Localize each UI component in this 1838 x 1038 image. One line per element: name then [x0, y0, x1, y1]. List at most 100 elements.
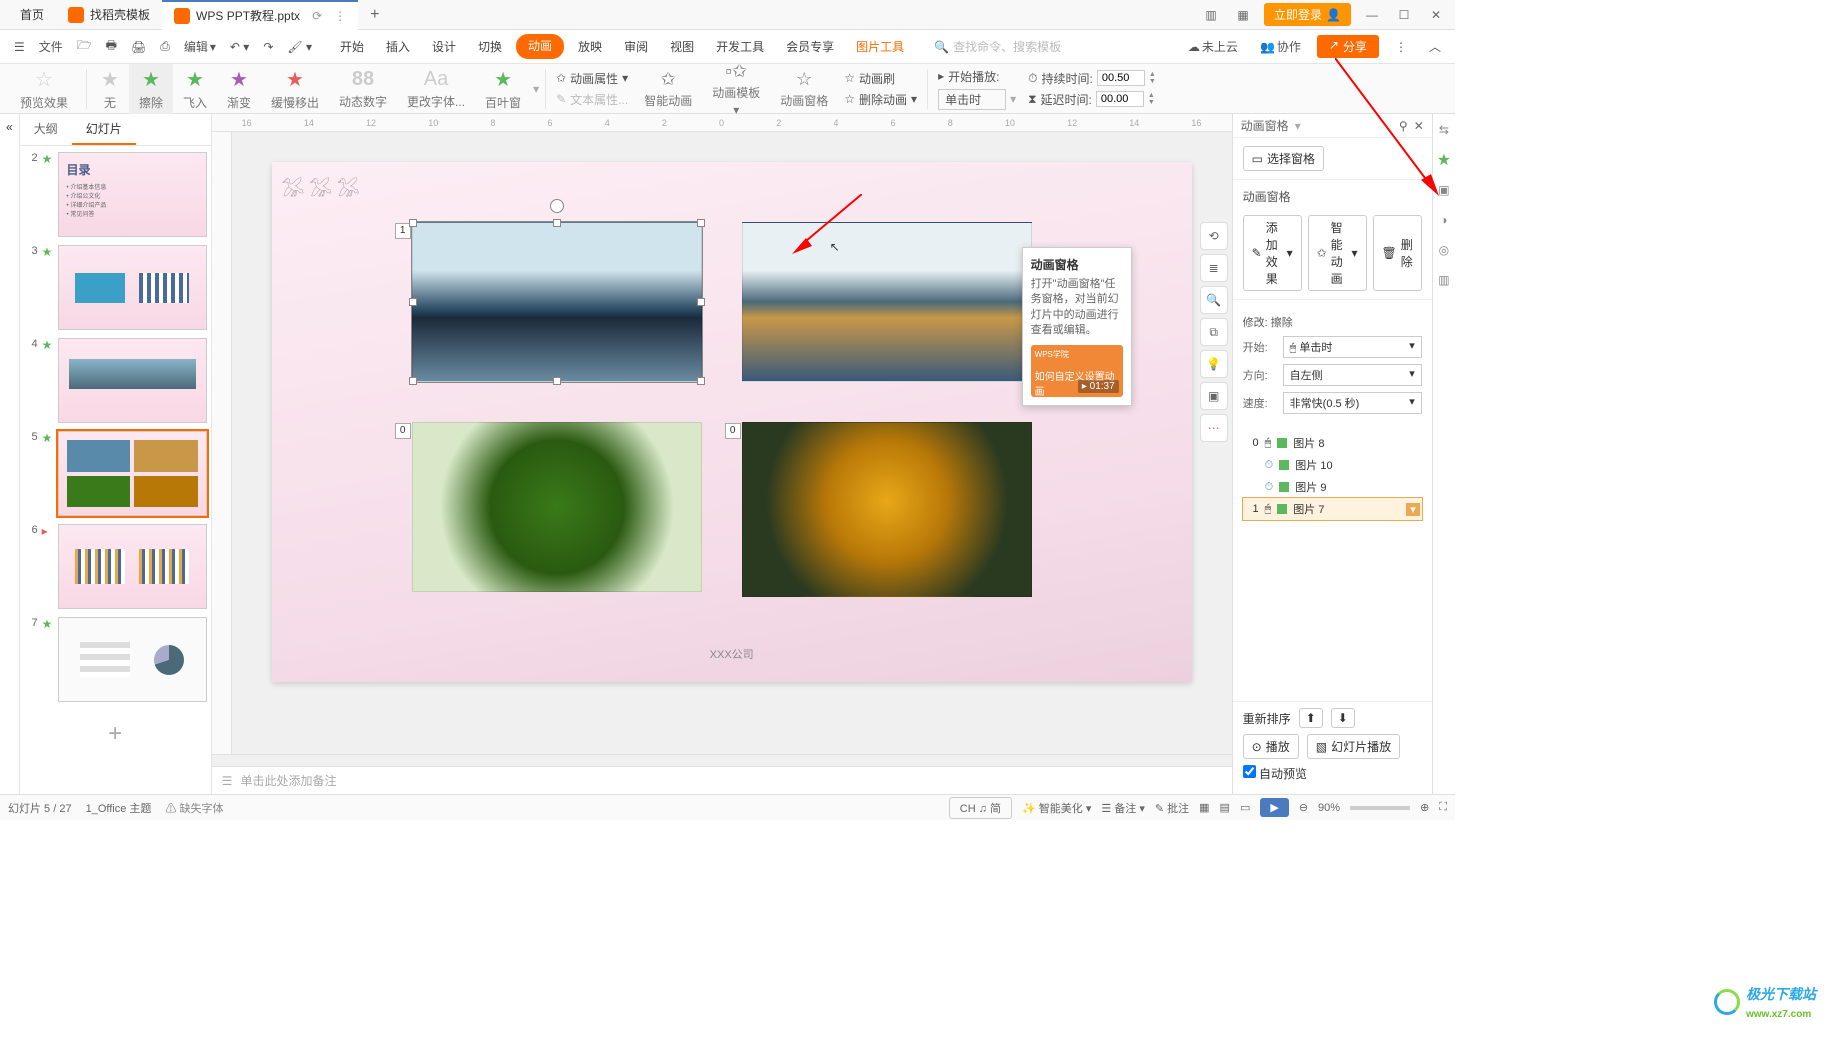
maximize-icon[interactable]: ☐: [1393, 8, 1415, 22]
speed-select[interactable]: 非常快(0.5 秒)▾: [1283, 392, 1422, 414]
float-replace-icon[interactable]: ⟲: [1200, 222, 1228, 250]
tab-document[interactable]: WPS PPT教程.pptx⟳⋮: [162, 0, 358, 30]
resize-handle-ne[interactable]: [697, 219, 705, 227]
view-normal-icon[interactable]: ▦: [1199, 801, 1209, 814]
thumb-7[interactable]: [58, 617, 207, 702]
missing-font-warning[interactable]: ⚠ 缺失字体: [165, 800, 223, 816]
anim-pane-button[interactable]: ☆动画窗格: [770, 64, 838, 114]
animation-list[interactable]: 0🖱图片 8 ⏱图片 10 ⏱图片 9 1🖱图片 7▾: [1233, 428, 1432, 701]
thumb-5[interactable]: [58, 431, 207, 516]
preset-wipe[interactable]: ★擦除: [129, 64, 173, 114]
direction-select[interactable]: 自左侧▾: [1283, 364, 1422, 386]
select-pane-button[interactable]: ▭选择窗格: [1243, 146, 1324, 171]
anim-order-badge-0b[interactable]: 0: [725, 423, 741, 439]
duration-input[interactable]: [1097, 70, 1145, 86]
tab-member[interactable]: 会员专享: [778, 34, 842, 59]
layout-icon[interactable]: ▥: [1200, 8, 1222, 22]
view-reading-icon[interactable]: ▭: [1240, 801, 1250, 814]
resize-handle-sw[interactable]: [409, 377, 417, 385]
tab-slideshow[interactable]: 放映: [570, 34, 610, 59]
preset-font[interactable]: Aa更改字体...: [397, 64, 475, 114]
anim-order-badge-0a[interactable]: 0: [395, 423, 411, 439]
tab-review[interactable]: 审阅: [616, 34, 656, 59]
zoom-out-icon[interactable]: ⊖: [1299, 801, 1308, 814]
preset-fade[interactable]: ★渐变: [217, 64, 261, 114]
tab-picture-tools[interactable]: 图片工具: [848, 34, 912, 59]
tab-home[interactable]: 首页: [8, 0, 56, 30]
slideshow-button[interactable]: ▶: [1260, 798, 1288, 817]
rotate-handle[interactable]: [550, 199, 564, 213]
ri-security-icon[interactable]: ◎: [1434, 240, 1454, 260]
anim-properties-button[interactable]: ✩动画属性 ▾: [556, 70, 628, 87]
ri-theme-icon[interactable]: ◑: [1434, 210, 1454, 230]
tab-view[interactable]: 视图: [662, 34, 702, 59]
ri-book-icon[interactable]: ▥: [1434, 270, 1454, 290]
tab-close-icon[interactable]: ⋮: [334, 9, 346, 23]
tab-search-template[interactable]: 找稻壳模板: [56, 0, 162, 30]
delay-input[interactable]: [1096, 91, 1144, 107]
anim-item-3[interactable]: 1🖱图片 7▾: [1243, 498, 1422, 520]
notes-button[interactable]: ☰ 备注 ▾: [1101, 800, 1145, 816]
add-slide-button[interactable]: +: [24, 710, 207, 758]
tooltip-video[interactable]: WPS学院 如何自定义设置动画 ▸ 01:37: [1031, 345, 1123, 397]
smart-anim-button[interactable]: ✩智能动画: [634, 64, 702, 114]
preset-blinds[interactable]: ★百叶窗: [475, 64, 531, 114]
undo-icon[interactable]: ↶ ▾: [224, 37, 255, 57]
hamburger-icon[interactable]: ☰: [8, 37, 31, 57]
slide-canvas[interactable]: 𓅮 𓅮 𓅮 1 0 0: [272, 162, 1192, 682]
tab-add[interactable]: +: [358, 0, 382, 30]
resize-handle-se[interactable]: [697, 377, 705, 385]
view-sorter-icon[interactable]: ▤: [1220, 801, 1230, 814]
play-button[interactable]: ⊙播放: [1243, 734, 1299, 759]
cloud-status[interactable]: ☁未上云: [1182, 35, 1244, 58]
delete-anim-button[interactable]: ☆删除动画 ▾: [844, 91, 917, 108]
anim-item-1[interactable]: ⏱图片 10: [1243, 454, 1422, 476]
notes-bar[interactable]: ☰单击此处添加备注: [212, 766, 1232, 794]
preview-effect-button[interactable]: ☆预览效果: [6, 64, 82, 114]
thumb-6[interactable]: [58, 524, 207, 609]
qat-save-icon[interactable]: 🖶: [100, 33, 123, 60]
thumb-2[interactable]: 目录• 介绍基本信息• 介绍公文化• 详细介绍产品• 常见问答: [58, 152, 207, 237]
ime-indicator[interactable]: CH ♫ 简: [949, 797, 1012, 819]
float-ai-icon[interactable]: ▣: [1200, 382, 1228, 410]
preset-number[interactable]: 88动态数字: [329, 64, 397, 114]
anim-item-0[interactable]: 0🖱图片 8: [1243, 432, 1422, 454]
qat-print-icon[interactable]: 🖨: [125, 37, 152, 57]
thumb-3[interactable]: [58, 245, 207, 330]
tab-refresh-icon[interactable]: ⟳: [312, 9, 322, 23]
redo-icon[interactable]: ↷: [257, 37, 279, 57]
preset-more[interactable]: ▾: [531, 64, 541, 114]
preset-slowout[interactable]: ★缓慢移出: [261, 64, 329, 114]
zoom-slider[interactable]: [1350, 806, 1410, 810]
anim-item-2[interactable]: ⏱图片 9: [1243, 476, 1422, 498]
add-effect-button[interactable]: ✎添加效果 ▾: [1243, 215, 1302, 291]
tab-animation[interactable]: 动画: [516, 34, 564, 59]
start-select[interactable]: 🖱 单击时▾: [1283, 336, 1422, 358]
beautify-button[interactable]: ✨ 智能美化 ▾: [1022, 800, 1091, 816]
minimize-icon[interactable]: —: [1361, 8, 1383, 22]
close-icon[interactable]: ✕: [1425, 8, 1447, 22]
qat-open-icon[interactable]: 🗁: [71, 33, 98, 60]
collapse-ribbon-icon[interactable]: ︿: [1423, 35, 1447, 58]
collab-button[interactable]: 👥协作: [1254, 35, 1307, 58]
more-icon[interactable]: ⋮: [1389, 37, 1413, 57]
picture-9[interactable]: 0: [412, 422, 702, 592]
delete-button[interactable]: 🗑删除: [1373, 215, 1422, 291]
anim-template-button[interactable]: ▫✩动画模板 ▾: [702, 64, 770, 114]
share-button[interactable]: ↗分享: [1317, 35, 1379, 58]
auto-preview-checkbox[interactable]: 自动预览: [1243, 765, 1307, 782]
tab-start[interactable]: 开始: [332, 34, 372, 59]
file-menu[interactable]: 文件: [33, 35, 69, 58]
resize-handle-s[interactable]: [553, 377, 561, 385]
resize-handle-nw[interactable]: [409, 219, 417, 227]
float-crop-icon[interactable]: ⧉: [1200, 318, 1228, 346]
float-layers-icon[interactable]: ≣: [1200, 254, 1228, 282]
scrollbar-horizontal[interactable]: [212, 754, 1232, 766]
text-properties-button[interactable]: ✎文本属性...: [556, 91, 628, 108]
outline-tab[interactable]: 大纲: [20, 114, 72, 145]
thumb-4[interactable]: [58, 338, 207, 423]
fit-icon[interactable]: ⛶: [1439, 801, 1447, 814]
move-down-button[interactable]: ⬇: [1331, 708, 1355, 728]
apps-icon[interactable]: ▦: [1232, 8, 1254, 22]
delay-spinner[interactable]: ▲▼: [1148, 92, 1155, 106]
